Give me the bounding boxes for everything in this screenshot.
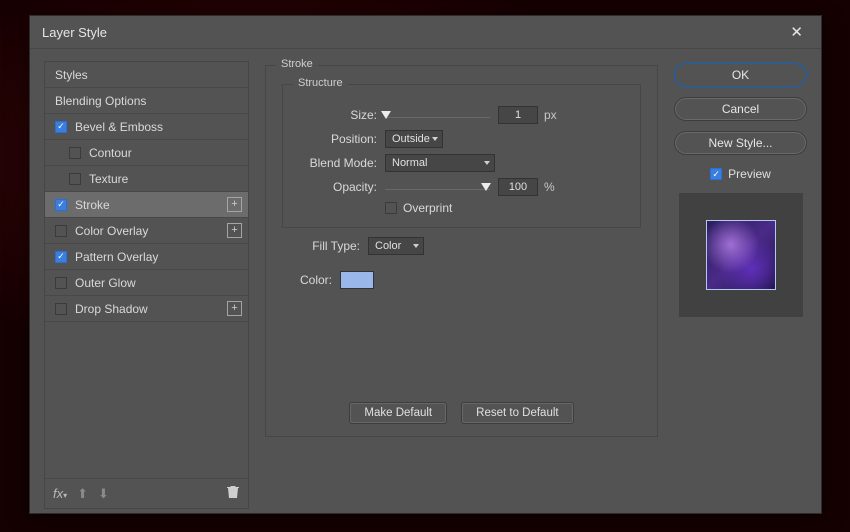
color-swatch[interactable]	[340, 271, 374, 289]
checkbox-icon[interactable]	[55, 225, 67, 237]
add-effect-icon[interactable]: +	[227, 197, 242, 212]
overprint-label: Overprint	[403, 201, 452, 215]
preview-box	[679, 193, 803, 317]
checkbox-icon[interactable]	[385, 202, 397, 214]
checkbox-icon[interactable]	[69, 147, 81, 159]
opacity-unit: %	[544, 180, 555, 194]
layer-style-dialog: Layer Style ✕ Styles Blending Options Be…	[29, 15, 822, 514]
sidebar-item-label: Contour	[89, 146, 242, 160]
settings-panel: Size: 1 px Position: Outside	[249, 49, 674, 513]
sidebar-item-label: Styles	[55, 68, 242, 82]
sidebar-item-bevel-emboss[interactable]: Bevel & Emboss	[45, 114, 248, 140]
cancel-button[interactable]: Cancel	[674, 97, 807, 121]
close-icon[interactable]: ✕	[784, 19, 809, 45]
titlebar[interactable]: Layer Style ✕	[30, 16, 821, 49]
sidebar-item-label: Outer Glow	[75, 276, 242, 290]
opacity-label: Opacity:	[299, 180, 377, 194]
sidebar-item-stroke[interactable]: Stroke +	[45, 192, 248, 218]
blendmode-select[interactable]: Normal	[385, 154, 495, 172]
filltype-select[interactable]: Color	[368, 237, 424, 255]
checkbox-icon[interactable]	[55, 199, 67, 211]
sidebar-item-blending-options[interactable]: Blending Options	[45, 88, 248, 114]
position-label: Position:	[299, 132, 377, 146]
opacity-row: Opacity: 100 %	[299, 177, 624, 197]
dialog-title: Layer Style	[42, 25, 784, 40]
style-list: Styles Blending Options Bevel & Emboss C…	[44, 61, 249, 509]
checkbox-icon[interactable]	[55, 251, 67, 263]
sidebar-item-label: Pattern Overlay	[75, 250, 242, 264]
sidebar-item-label: Stroke	[75, 198, 227, 212]
right-column: OK Cancel New Style... Preview	[674, 49, 821, 513]
style-list-footer: fx▾ ⬆ ⬇	[45, 478, 248, 508]
fx-menu-icon[interactable]: fx▾	[53, 486, 67, 501]
sidebar-item-label: Bevel & Emboss	[75, 120, 242, 134]
color-label: Color:	[282, 273, 332, 287]
position-value: Outside	[392, 133, 430, 145]
new-style-button[interactable]: New Style...	[674, 131, 807, 155]
size-row: Size: 1 px	[299, 105, 624, 125]
defaults-button-row: Make Default Reset to Default	[282, 402, 641, 424]
position-select[interactable]: Outside	[385, 130, 443, 148]
opacity-slider[interactable]	[385, 178, 490, 196]
chevron-down-icon	[432, 137, 438, 141]
sidebar-item-label: Blending Options	[55, 94, 242, 108]
make-default-button[interactable]: Make Default	[349, 402, 447, 424]
size-unit: px	[544, 108, 557, 122]
sidebar-item-contour[interactable]: Contour	[45, 140, 248, 166]
sidebar-item-drop-shadow[interactable]: Drop Shadow +	[45, 296, 248, 322]
filltype-label: Fill Type:	[282, 239, 360, 253]
size-label: Size:	[299, 108, 377, 122]
filltype-value: Color	[375, 240, 401, 252]
reset-default-button[interactable]: Reset to Default	[461, 402, 573, 424]
structure-group: Size: 1 px Position: Outside	[282, 84, 641, 228]
checkbox-icon[interactable]	[55, 303, 67, 315]
sidebar-item-label: Drop Shadow	[75, 302, 227, 316]
style-list-panel: Styles Blending Options Bevel & Emboss C…	[30, 49, 249, 513]
blendmode-row: Blend Mode: Normal	[299, 153, 624, 173]
filltype-row: Fill Type: Color	[282, 236, 641, 256]
move-down-icon[interactable]: ⬇	[98, 486, 109, 502]
sidebar-item-label: Color Overlay	[75, 224, 227, 238]
blendmode-value: Normal	[392, 157, 427, 169]
size-slider[interactable]	[385, 106, 490, 124]
opacity-input[interactable]: 100	[498, 178, 538, 196]
blendmode-label: Blend Mode:	[299, 156, 377, 170]
color-row: Color:	[282, 270, 641, 290]
sidebar-item-color-overlay[interactable]: Color Overlay +	[45, 218, 248, 244]
add-effect-icon[interactable]: +	[227, 301, 242, 316]
stroke-group: Size: 1 px Position: Outside	[265, 65, 658, 437]
checkbox-icon[interactable]	[55, 277, 67, 289]
checkbox-icon[interactable]	[55, 121, 67, 133]
chevron-down-icon	[413, 244, 419, 248]
sidebar-item-pattern-overlay[interactable]: Pattern Overlay	[45, 244, 248, 270]
sidebar-item-label: Texture	[89, 172, 242, 186]
preview-toggle[interactable]: Preview	[674, 167, 807, 181]
ok-button[interactable]: OK	[674, 63, 807, 87]
checkbox-icon[interactable]	[69, 173, 81, 185]
size-input[interactable]: 1	[498, 106, 538, 124]
preview-thumbnail	[706, 220, 776, 290]
sidebar-item-outer-glow[interactable]: Outer Glow	[45, 270, 248, 296]
preview-label: Preview	[728, 167, 771, 181]
move-up-icon[interactable]: ⬆	[77, 486, 88, 502]
chevron-down-icon	[484, 161, 490, 165]
overprint-row[interactable]: Overprint	[385, 201, 624, 215]
sidebar-item-texture[interactable]: Texture	[45, 166, 248, 192]
sidebar-item-styles[interactable]: Styles	[45, 62, 248, 88]
position-row: Position: Outside	[299, 129, 624, 149]
checkbox-icon[interactable]	[710, 168, 722, 180]
add-effect-icon[interactable]: +	[227, 223, 242, 238]
trash-icon[interactable]	[226, 484, 240, 503]
